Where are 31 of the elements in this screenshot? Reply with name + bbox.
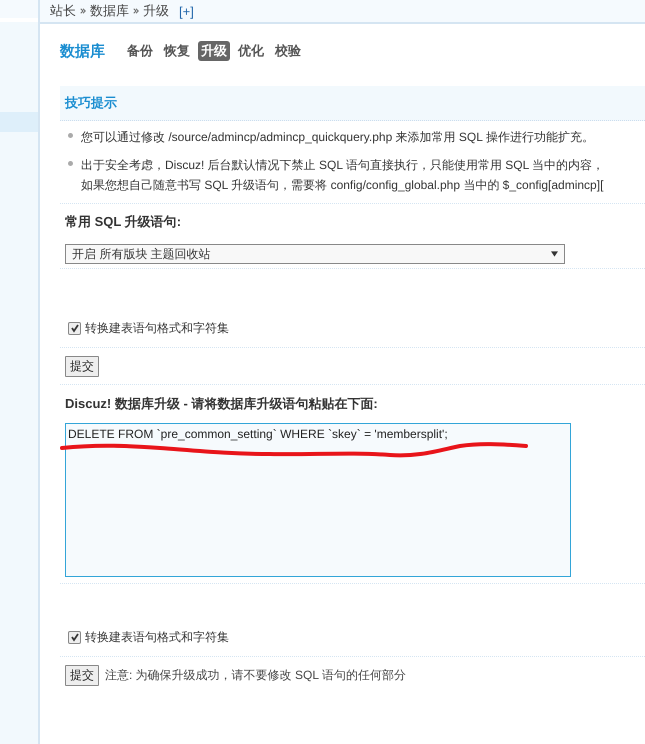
tip-text: 如果您想自己随意书写 SQL 升级语句，需要将 config/config_global.php 当中的 $_config[admincp][	[81, 177, 604, 194]
tab[interactable]: 恢复	[161, 41, 193, 61]
checkbox-label: 转换建表语句格式和字符集	[85, 320, 229, 336]
submit-button[interactable]: 提交	[65, 356, 99, 376]
checkbox-label: 转换建表语句格式和字符集	[85, 628, 229, 646]
dropdown[interactable]: 开启 所有版块 主题回收站	[65, 244, 565, 264]
section-title: 技巧提示	[65, 94, 117, 112]
note-text: 注意: 为确保升级成功，请不要修改 SQL 语句的任何部分	[105, 666, 406, 684]
tab[interactable]: 升级	[198, 41, 230, 61]
dropdown-value: 开启 所有版块 主题回收站	[72, 246, 211, 262]
checkbox[interactable]	[68, 630, 81, 644]
tab[interactable]: 校验	[272, 41, 304, 61]
tip-text: 出于安全考虑，Discuz! 后台默认情况下禁止 SQL 语句直接执行，只能使用常用 SQL 当中的内容，	[81, 157, 604, 174]
tip-text: 您可以通过修改 /source/admincp/admincp_quickquery.php 来添加常用 SQL 操作进行功能扩充。	[81, 129, 594, 146]
checkbox[interactable]	[68, 322, 81, 334]
breadcrumb-link[interactable]: 数据库	[90, 2, 129, 20]
add-link[interactable]: [+]	[179, 4, 194, 18]
page-title: 数据库	[60, 42, 105, 60]
sql-text: DELETE FROM `pre_common_setting` WHERE `skey` = 'membersplit';	[68, 427, 449, 441]
breadcrumb-link[interactable]: 站长	[50, 2, 76, 20]
field-label: 常用 SQL 升级语句:	[65, 213, 182, 231]
tab[interactable]: 备份	[124, 41, 156, 61]
chevron-icon	[80, 8, 86, 14]
chevron-icon	[133, 8, 139, 14]
field-label: Discuz! 数据库升级 - 请将数据库升级语句粘贴在下面:	[65, 395, 378, 413]
breadcrumb-link[interactable]: 升级	[143, 2, 169, 20]
tab[interactable]: 优化	[235, 41, 267, 61]
bullet-icon	[68, 133, 73, 138]
submit-button[interactable]: 提交	[65, 664, 99, 686]
bullet-icon	[68, 161, 73, 166]
caret-icon	[551, 251, 558, 257]
